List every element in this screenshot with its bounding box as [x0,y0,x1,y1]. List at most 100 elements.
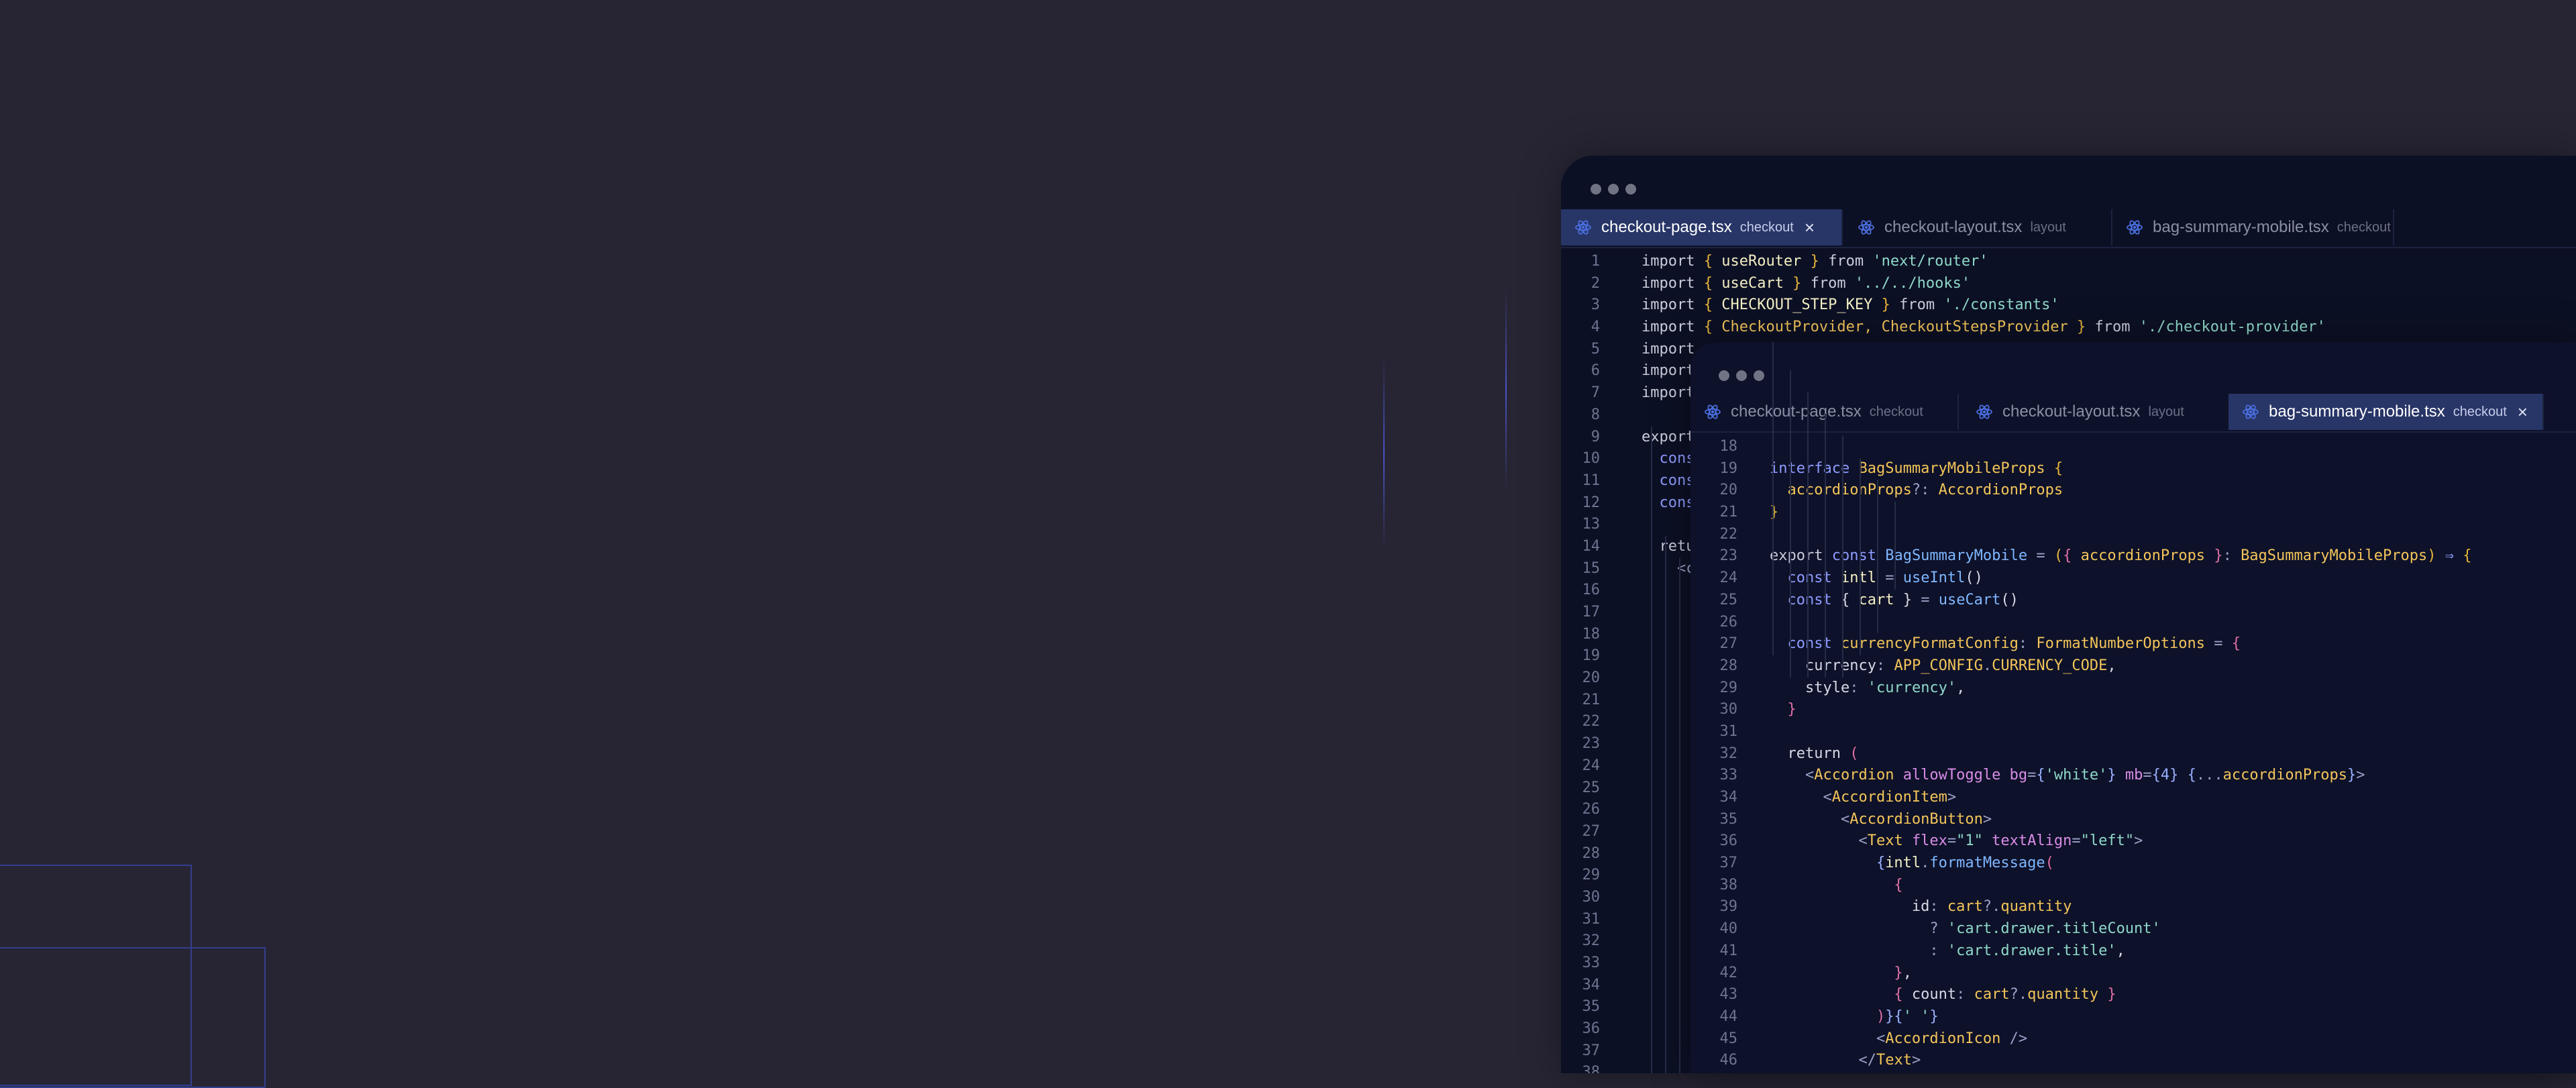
code-line: 31 [1690,721,2576,743]
close-icon[interactable]: × [2518,403,2528,421]
code-text: : 'cart.drawer.title', [1770,940,2125,963]
code-text: import { useCart } from '../../hooks' [1642,273,1970,295]
code-line: 26 [1690,612,2576,634]
indent-guide [1651,426,1652,1073]
line-number: 35 [1719,810,1738,828]
code-text: cons [1642,492,1695,514]
code-line: 43 { count: cart?.quantity } [1690,984,2576,1006]
code-token: currencyFormatConfig [1840,635,2019,653]
code-token: allowToggle [1902,767,2010,784]
code-text: { [1770,875,1902,897]
code-token: > [1911,1052,1921,1069]
code-token: ?. [1982,898,2001,916]
code-token: BagSummaryMobileProps [2241,547,2428,565]
code-line: 29 style: 'currency', [1690,677,2576,700]
tab-checkout-page[interactable]: checkout-page.tsx checkout × [1561,209,1843,246]
code-token: = [2143,767,2152,784]
code-token: { [1703,274,1722,292]
tab-checkout-layout[interactable]: checkout-layout.tsx layout [1962,394,2234,430]
code-text: import { CHECKOUT_STEP_KEY } from './con… [1642,294,2059,317]
close-icon[interactable]: × [1805,219,1815,236]
code-token: > [2356,767,2365,784]
code-token: style [1770,679,1850,696]
line-number: 37 [1719,855,1738,872]
code-token: import [1642,296,1704,314]
line-number: 1 [1591,253,1600,270]
editor-window-front: checkout-page.tsx checkout checkout-layout… [1690,342,2576,1073]
code-token: = [2214,635,2232,653]
code-token: ?. [2009,986,2028,1003]
window-dot[interactable] [1608,184,1619,195]
line-number: 5 [1591,340,1600,358]
code-token: } [1770,504,1779,521]
code-token: { [2063,547,2081,565]
code-token: ( [2053,547,2063,565]
line-number: 3 [1591,296,1600,314]
code-token: { [1770,986,1912,1003]
code-token: Accordion [1814,767,1903,784]
indent-guide [1807,392,1809,677]
code-text: { count: cart?.quantity } [1770,984,2116,1006]
line-number: 45 [1719,1030,1738,1047]
code-line: 38 { [1690,875,2576,897]
window-dot[interactable] [1625,184,1636,195]
code-token: { [1703,319,1722,336]
code-token: 'cart.drawer.title' [1947,942,2116,959]
line-number: 36 [1719,832,1738,850]
code-token: </ [1770,1052,1876,1069]
line-number: 26 [1719,613,1738,631]
code-token: interface [1770,459,1859,477]
window-dot[interactable] [1591,184,1601,195]
code-token: import [1642,340,1695,358]
line-number: 39 [1719,898,1738,916]
code-token: : [1876,657,1894,674]
react-icon [1858,220,1874,235]
code-text: ? 'cart.drawer.titleCount' [1770,918,2160,940]
code-token: cart [1858,591,1903,608]
code-token: > [1982,810,1992,828]
code-token: formatMessage [1929,855,2045,872]
window-dot[interactable] [1754,370,1764,381]
code-token: { [2036,767,2045,784]
indent-guide [1860,457,1861,655]
code-token: . [1921,855,1930,872]
line-number: 28 [1719,657,1738,674]
line-number: 27 [1719,635,1738,653]
line-number: 42 [1719,964,1738,981]
code-line: 25 const { cart } = useCart() [1690,590,2576,612]
line-number: 32 [1719,745,1738,762]
code-token: ... [2196,767,2223,784]
line-number: 4 [1591,319,1600,336]
code-line: 28 currency: APP_CONFIG.CURRENCY_CODE, [1690,655,2576,677]
line-number: 2 [1591,274,1600,292]
line-number: 29 [1719,679,1738,696]
window-dot[interactable] [1736,370,1747,381]
window-dot[interactable] [1719,370,1729,381]
react-icon [1705,404,1721,419]
code-line: 33 <Accordion allowToggle bg={'white'} m… [1690,765,2576,787]
tab-bag-summary-mobile[interactable]: bag-summary-mobile.tsx checkout [2112,209,2394,246]
code-token: retu [1642,537,1695,555]
code-text: return ( [1770,743,1858,765]
line-number: 14 [1582,537,1601,555]
code-token: AccordionItem [1831,789,1947,806]
line-number: 43 [1719,986,1738,1003]
tab-bag-summary-mobile[interactable]: bag-summary-mobile.tsx checkout × [2229,394,2544,430]
tab-scope: layout [2030,219,2066,235]
code-token: currency [1770,657,1876,674]
indent-guide [1877,480,1878,634]
code-text: id: cart?.quantity [1770,896,2072,918]
tab-checkout-layout[interactable]: checkout-layout.tsx layout [1844,209,2112,246]
code-editor[interactable]: 18 19 interface BagSummaryMobileProps {20 … [1690,342,2576,1072]
tab-scope: checkout [1869,404,1923,419]
code-token: AccordionIcon [1885,1030,2010,1047]
line-number: 25 [1582,779,1601,796]
code-token: < [1770,810,1850,828]
window-controls [1591,184,1636,195]
code-token: intl [1885,855,1921,872]
code-token: from [2094,319,2139,336]
code-token: : [1956,986,1974,1003]
code-line: 32 return ( [1690,743,2576,765]
code-token: = [2036,547,2054,565]
